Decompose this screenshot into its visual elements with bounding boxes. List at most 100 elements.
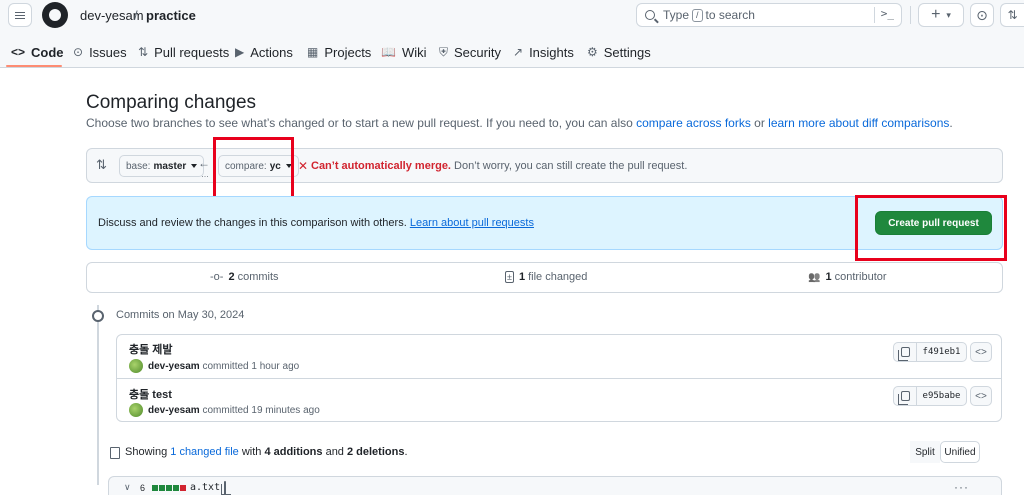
commits-tab[interactable]: -o- 2 commits — [210, 271, 279, 283]
ellipsis-icon: … — [201, 170, 210, 179]
diff-comparisons-link[interactable]: learn more about diff comparisons — [768, 116, 949, 130]
tab-settings[interactable]: ⚙ Settings — [587, 42, 651, 62]
tab-projects[interactable]: ▦ Projects — [307, 42, 371, 62]
git-compare-icon[interactable]: ⇅ — [96, 157, 107, 173]
contributors-label: contributor — [834, 271, 887, 283]
code-icon: <> — [11, 45, 26, 59]
plus-icon: + — [931, 6, 941, 23]
search-icon — [645, 10, 655, 20]
compare-forks-link[interactable]: compare across forks — [636, 116, 751, 130]
issues-button[interactable]: ⊙ — [970, 3, 994, 27]
commits-date: Commits on May 30, 2024 — [116, 309, 245, 321]
hamburger-icon — [15, 14, 25, 16]
pull-request-icon: ⇅ — [138, 45, 149, 59]
commit-title[interactable]: 충돌 제발 — [129, 341, 173, 357]
split-view-button[interactable]: Split — [910, 441, 940, 463]
breadcrumb-repo[interactable]: practice — [146, 8, 196, 23]
file-diff-header — [108, 476, 1002, 495]
banner-message: Discuss and review the changes in this c… — [98, 217, 410, 229]
changes-mid1: with — [238, 446, 265, 458]
subtitle-mid: or — [750, 116, 769, 130]
chevron-down-icon[interactable]: ∨ — [124, 482, 131, 493]
copy-sha-button[interactable] — [893, 342, 917, 362]
changes-mid2: and — [322, 446, 347, 458]
files-changed-tab[interactable]: ± 1 file changed — [505, 271, 587, 283]
timeline-line — [97, 305, 99, 485]
diffstat-block — [159, 485, 165, 491]
search-rest-text: to search — [705, 8, 755, 22]
tab-code[interactable]: <> Code — [11, 42, 64, 62]
diffstat — [152, 485, 186, 491]
unified-view-button[interactable]: Unified — [940, 441, 980, 463]
diffstat-block — [152, 485, 158, 491]
browse-code-button[interactable]: <> — [970, 386, 992, 406]
page-subtitle: Choose two branches to see what’s change… — [86, 116, 953, 130]
github-logo-icon[interactable] — [42, 2, 68, 28]
commit-time: committed 1 hour ago — [199, 361, 300, 372]
search-input[interactable]: Type / to search >_ — [636, 3, 902, 27]
commit-sha-button[interactable]: e95babe — [917, 386, 967, 406]
commits-count: 2 — [228, 271, 235, 283]
commit-author[interactable]: dev-yesam — [148, 405, 200, 416]
file-name[interactable]: a.txt — [190, 482, 220, 493]
tab-code-label: Code — [31, 44, 64, 60]
merge-status: Can’t automatically merge. Don’t worry, … — [311, 160, 687, 172]
contributors-tab[interactable]: 👥 1 contributor — [808, 271, 887, 283]
commit-sha-button[interactable]: f491eb1 — [917, 342, 967, 362]
tab-wiki[interactable]: 📖 Wiki — [381, 42, 427, 62]
search-type-text: Type — [663, 8, 690, 22]
shield-icon: ⛨ — [439, 44, 449, 59]
commit-author[interactable]: dev-yesam — [148, 361, 200, 372]
merge-status-detail: Don’t worry, you can still create the pu… — [451, 160, 688, 172]
tab-security[interactable]: ⛨ Security — [439, 42, 501, 62]
command-palette-icon[interactable]: >_ — [881, 7, 894, 20]
files-count: 1 — [518, 271, 526, 283]
base-branch-name: master — [153, 160, 187, 172]
browse-code-button[interactable]: <> — [970, 342, 992, 362]
menu-button[interactable] — [8, 3, 32, 27]
diff-view-toggle: Split Unified — [910, 441, 980, 463]
git-commit-icon: -o- — [210, 271, 224, 283]
subtitle-prefix: Choose two branches to see what’s change… — [86, 116, 637, 130]
copy-path-button[interactable] — [224, 481, 226, 495]
caret-down-icon — [191, 164, 198, 168]
header-divider — [910, 6, 911, 24]
copy-icon — [897, 347, 910, 361]
copy-sha-button[interactable] — [893, 386, 917, 406]
deletions-count: 2 deletions — [346, 446, 405, 458]
changed-files-link[interactable]: 1 changed file — [170, 446, 239, 458]
graph-icon: ↗ — [513, 45, 524, 59]
copy-icon — [897, 391, 910, 405]
kebab-menu-icon[interactable]: ··· — [954, 480, 969, 494]
book-icon: 📖 — [381, 45, 396, 59]
tab-issues-label: Issues — [89, 44, 127, 60]
avatar[interactable] — [129, 403, 143, 417]
changes-summary: Showing 1 changed file with 4 additions … — [125, 446, 408, 458]
tab-insights[interactable]: ↗ Insights — [513, 42, 574, 62]
base-prefix: base: — [126, 160, 151, 172]
tab-pull-requests[interactable]: ⇅ Pull requests — [138, 42, 229, 62]
changes-prefix: Showing — [125, 446, 171, 458]
changes-suffix: . — [404, 446, 408, 458]
base-branch-select[interactable]: base: master — [119, 155, 205, 177]
avatar[interactable] — [129, 359, 143, 373]
diffstat-block — [166, 485, 172, 491]
caret-down-icon: ▾ — [946, 9, 951, 20]
commit-meta: dev-yesam committed 19 minutes ago — [148, 405, 320, 416]
pull-requests-button[interactable]: ⇅ — [1000, 3, 1024, 27]
tab-insights-label: Insights — [529, 44, 574, 60]
code-icon: <> — [975, 346, 987, 358]
learn-pull-requests-link[interactable]: Learn about pull requests — [410, 217, 534, 229]
tab-actions[interactable]: ▶ Actions — [235, 42, 293, 62]
file-icon — [110, 447, 120, 459]
commit-title[interactable]: 충돌 test — [129, 386, 172, 402]
file-change-count: 6 — [140, 483, 146, 493]
gear-icon: ⚙ — [587, 45, 598, 59]
file-diff-icon: ± — [505, 271, 514, 283]
copy-icon — [224, 481, 226, 495]
tab-issues[interactable]: ⊙ Issues — [73, 42, 127, 62]
create-new-button[interactable]: + ▾ — [918, 3, 964, 27]
issue-icon: ⊙ — [73, 45, 84, 59]
tab-pull-requests-label: Pull requests — [154, 44, 230, 60]
arrow-left-icon: ← — [198, 156, 210, 170]
